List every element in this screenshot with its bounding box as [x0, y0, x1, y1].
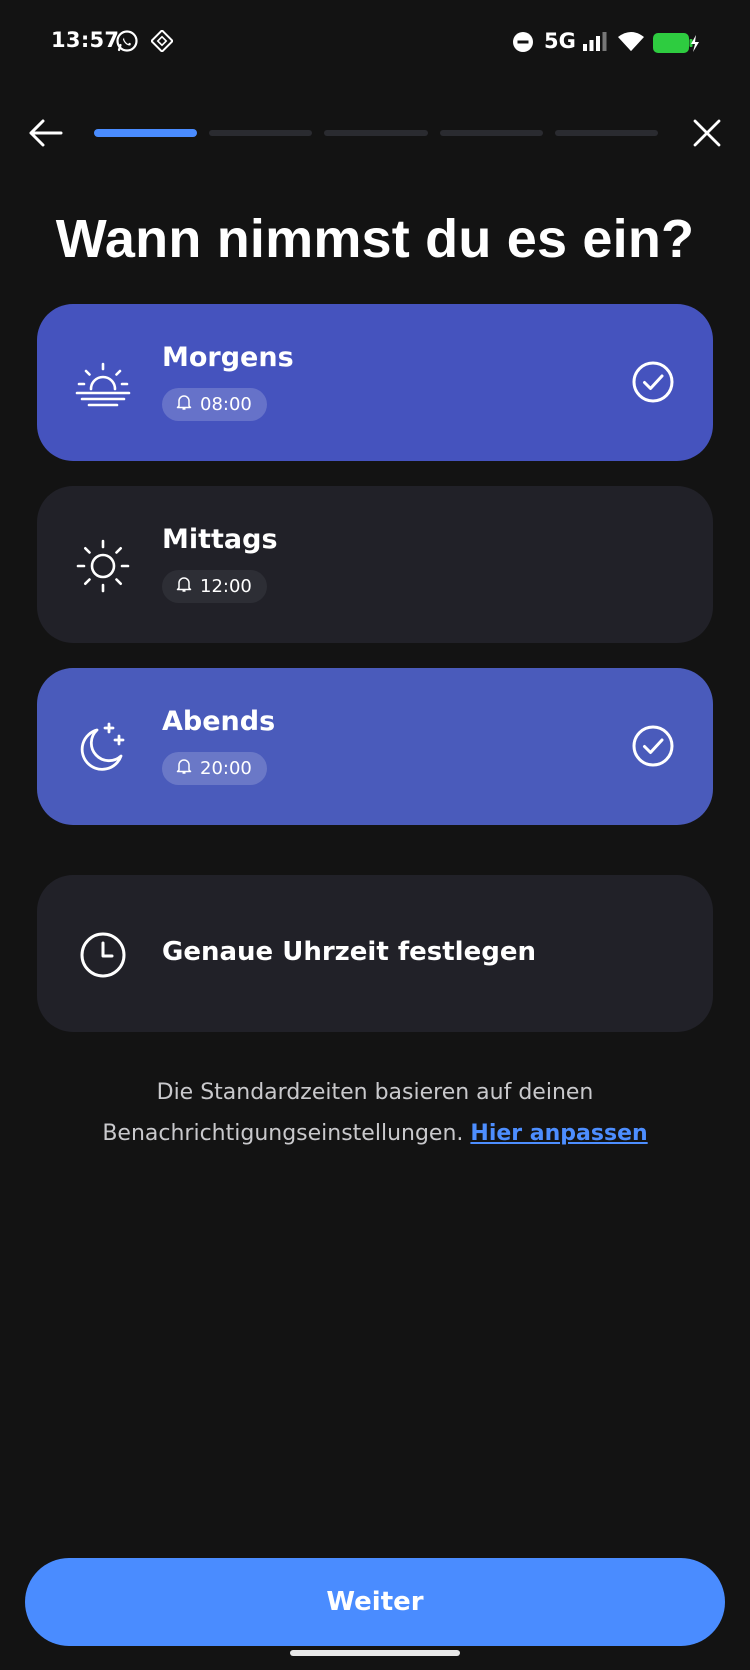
time-badge: 12:00	[162, 570, 267, 603]
progress-step-1	[94, 129, 198, 137]
whatsapp-icon	[115, 29, 139, 57]
signal-icon	[582, 32, 608, 56]
status-bar: 13:57 5G	[0, 0, 750, 86]
info-line-2: Benachrichtigungseinstellungen. Hier anp…	[0, 1113, 750, 1154]
info-line-2-text: Benachrichtigungseinstellungen.	[102, 1121, 464, 1146]
option-label: Morgens	[162, 342, 294, 373]
time-badge: 20:00	[162, 752, 267, 785]
page-title: Wann nimmst du es ein?	[55, 209, 695, 269]
app-notification-icon	[149, 28, 175, 56]
close-button[interactable]	[684, 112, 730, 158]
check-circle-icon	[631, 360, 675, 404]
info-text: Die Standardzeiten basieren auf deinen B…	[0, 1072, 750, 1154]
home-indicator	[290, 1650, 460, 1656]
close-icon	[692, 118, 722, 152]
battery-charging-icon	[652, 31, 700, 59]
progress-step-4	[439, 130, 543, 136]
progress-indicator	[94, 129, 659, 138]
sunrise-icon	[73, 354, 133, 414]
progress-step-2	[209, 130, 313, 136]
progress-step-3	[324, 130, 428, 136]
network-type: 5G	[544, 29, 576, 53]
sun-icon	[73, 536, 133, 596]
continue-button[interactable]: Weiter	[25, 1558, 725, 1646]
option-card-evening[interactable]: Abends 20:00	[37, 668, 713, 825]
clock-icon	[73, 925, 133, 985]
bell-icon	[176, 393, 192, 416]
wifi-icon	[617, 31, 645, 57]
time-value: 20:00	[200, 758, 252, 779]
moon-stars-icon	[73, 718, 133, 778]
option-card-morning[interactable]: Morgens 08:00	[37, 304, 713, 461]
time-badge: 08:00	[162, 388, 267, 421]
option-card-noon[interactable]: Mittags 12:00	[37, 486, 713, 643]
adjust-link[interactable]: Hier anpassen	[470, 1121, 647, 1146]
bell-icon	[176, 575, 192, 598]
back-button[interactable]	[22, 112, 68, 158]
bell-icon	[176, 757, 192, 780]
do-not-disturb-icon	[512, 31, 534, 57]
option-label: Mittags	[162, 524, 278, 555]
time-value: 08:00	[200, 394, 252, 415]
progress-step-5	[554, 130, 659, 136]
arrow-left-icon	[27, 118, 63, 152]
info-line-1: Die Standardzeiten basieren auf deinen	[156, 1080, 594, 1105]
option-label: Abends	[162, 706, 276, 737]
check-circle-icon	[631, 724, 675, 768]
time-value: 12:00	[200, 576, 252, 597]
exact-time-label: Genaue Uhrzeit festlegen	[162, 937, 536, 967]
status-time: 13:57	[51, 28, 120, 52]
exact-time-card[interactable]: Genaue Uhrzeit festlegen	[37, 875, 713, 1032]
